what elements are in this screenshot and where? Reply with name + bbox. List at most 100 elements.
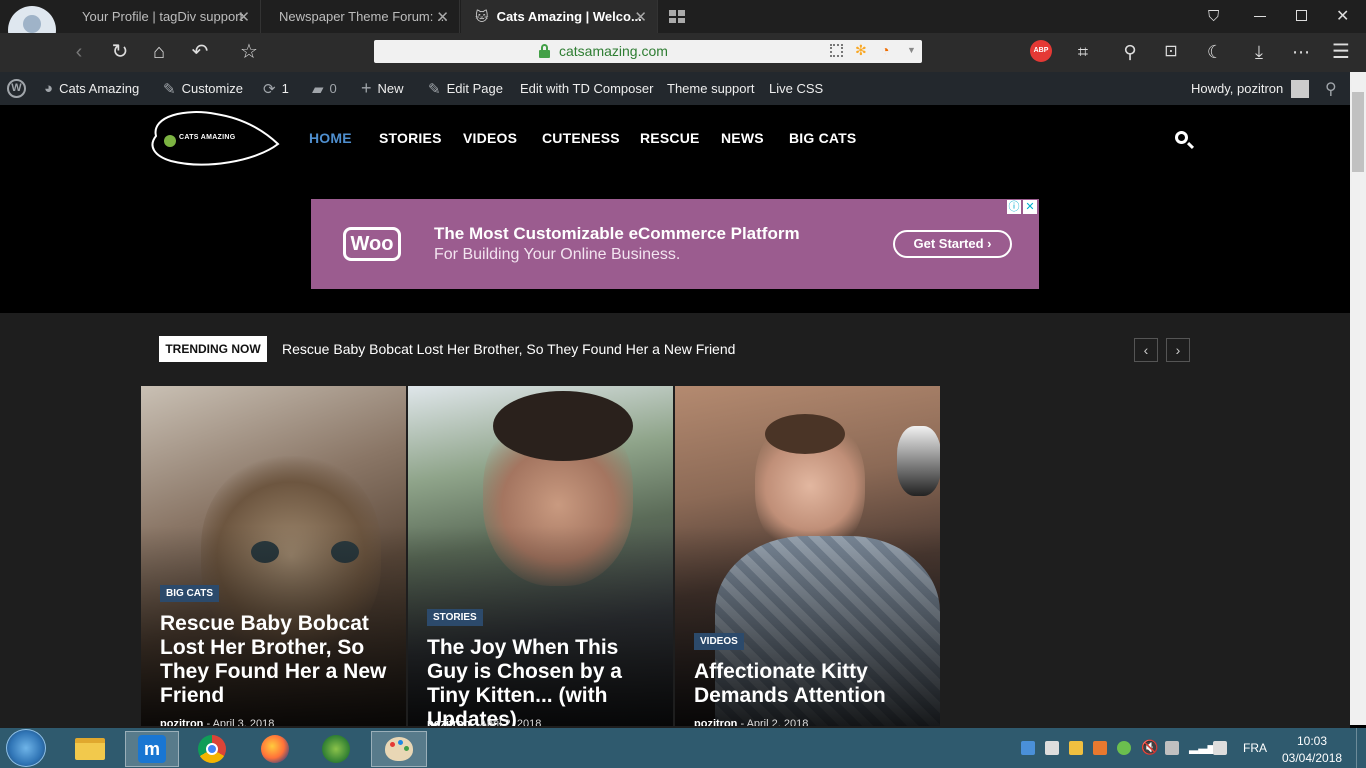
language-indicator[interactable]: FRA bbox=[1243, 741, 1267, 755]
volume-muted-icon[interactable]: 🔇 bbox=[1141, 739, 1158, 756]
undo-icon[interactable]: ↶ bbox=[187, 39, 213, 65]
trending-label: TRENDING NOW bbox=[159, 336, 267, 362]
trending-next-button[interactable]: › bbox=[1166, 338, 1190, 362]
wp-theme-support[interactable]: Theme support bbox=[667, 72, 754, 105]
night-mode-icon[interactable]: ☾ bbox=[1202, 39, 1228, 65]
menu-big-cats[interactable]: BIG CATS bbox=[789, 130, 856, 146]
tshirt-icon[interactable]: ⛉ bbox=[1208, 8, 1219, 25]
window-close-icon[interactable]: ✕ bbox=[1336, 6, 1349, 26]
featured-card[interactable]: BIG CATS Rescue Baby Bobcat Lost Her Bro… bbox=[141, 386, 406, 726]
tab-title: Your Profile | tagDiv support bbox=[82, 9, 244, 24]
menu-news[interactable]: NEWS bbox=[721, 130, 764, 146]
card-meta: pozitron - April 3, 2018 bbox=[160, 718, 275, 726]
abp-icon[interactable]: ABP bbox=[1030, 40, 1052, 62]
tab-grid-icon[interactable] bbox=[669, 10, 685, 23]
browser-tab-bar: Your Profile | tagDiv support ✕ Newspape… bbox=[0, 0, 1366, 54]
clock-time[interactable]: 10:03 bbox=[1297, 734, 1327, 748]
download-manager-icon[interactable] bbox=[312, 731, 360, 767]
wp-howdy[interactable]: Howdy, pozitron bbox=[1191, 72, 1310, 105]
card-title[interactable]: Affectionate Kitty Demands Attention bbox=[694, 660, 924, 708]
trending-headline[interactable]: Rescue Baby Bobcat Lost Her Brother, So … bbox=[282, 341, 735, 357]
plus-icon: + bbox=[361, 78, 372, 98]
user-avatar-icon bbox=[1291, 79, 1310, 98]
home-icon[interactable]: ⌂ bbox=[146, 39, 172, 65]
scrollbar-thumb[interactable] bbox=[1352, 92, 1364, 172]
start-button[interactable] bbox=[6, 729, 46, 767]
tray-icon-5[interactable] bbox=[1117, 741, 1131, 755]
category-badge[interactable]: STORIES bbox=[427, 609, 483, 626]
category-badge[interactable]: BIG CATS bbox=[160, 585, 220, 602]
firefox-icon[interactable] bbox=[251, 731, 299, 767]
crop-icon[interactable]: ⌗ bbox=[1070, 39, 1096, 65]
ad-subline: For Building Your Online Business. bbox=[434, 246, 681, 263]
wp-comments[interactable]: ▰ 0 bbox=[312, 72, 337, 105]
tab-your-profile[interactable]: Your Profile | tagDiv support ✕ bbox=[68, 0, 261, 33]
url-dropdown-icon[interactable]: ▼ bbox=[907, 45, 916, 55]
tray-icon-4[interactable] bbox=[1093, 741, 1107, 755]
ad-info-icon[interactable]: ⓘ bbox=[1007, 200, 1021, 214]
wp-edit-page[interactable]: ✎ Edit Page bbox=[428, 72, 503, 105]
clock-date[interactable]: 03/04/2018 bbox=[1282, 751, 1342, 765]
card-meta: pozitron - April 2, 2018 bbox=[427, 718, 542, 726]
briefcase-icon[interactable]: ⊡ bbox=[1158, 39, 1184, 65]
trending-prev-button[interactable]: ‹ bbox=[1134, 338, 1158, 362]
pencil-icon: ✎ bbox=[428, 80, 441, 98]
card-title[interactable]: Rescue Baby Bobcat Lost Her Brother, So … bbox=[160, 612, 390, 708]
category-badge[interactable]: VIDEOS bbox=[694, 633, 744, 650]
bee-icon[interactable]: ✻ bbox=[855, 42, 867, 59]
close-icon[interactable]: ✕ bbox=[436, 8, 449, 26]
ad-cta-button[interactable]: Get Started › bbox=[893, 230, 1012, 258]
menu-stories[interactable]: STORIES bbox=[379, 130, 442, 146]
bookmark-star-icon[interactable]: ☆ bbox=[236, 39, 262, 65]
tray-icon-2[interactable] bbox=[1045, 741, 1059, 755]
site-logo[interactable]: CATS AMAZING bbox=[146, 106, 281, 170]
tab-newspaper-forum[interactable]: Newspaper Theme Forum: ... ✕ bbox=[265, 0, 460, 33]
site-search-icon[interactable] bbox=[1174, 130, 1195, 150]
featured-card[interactable]: VIDEOS Affectionate Kitty Demands Attent… bbox=[675, 386, 940, 726]
comment-icon: ▰ bbox=[312, 80, 324, 98]
network-error-icon[interactable] bbox=[1213, 741, 1227, 755]
wp-updates[interactable]: ⟳ 1 bbox=[263, 72, 289, 105]
ad-close-icon[interactable]: ✕ bbox=[1023, 200, 1037, 214]
wp-customize[interactable]: ✎ Customize bbox=[163, 72, 243, 105]
show-desktop-button[interactable] bbox=[1356, 728, 1366, 768]
tray-icon-3[interactable] bbox=[1069, 741, 1083, 755]
featured-card[interactable]: STORIES The Joy When This Guy is Chosen … bbox=[408, 386, 673, 726]
tray-icon-1[interactable] bbox=[1021, 741, 1035, 755]
close-icon[interactable]: ✕ bbox=[634, 8, 647, 26]
paint-icon[interactable] bbox=[371, 731, 427, 767]
menu-cuteness[interactable]: CUTENESS bbox=[542, 130, 620, 146]
maximize-icon[interactable] bbox=[1296, 10, 1307, 21]
menu-videos[interactable]: VIDEOS bbox=[463, 130, 517, 146]
wp-admin-bar: W ◕ Cats Amazing ✎ Customize ⟳ 1 ▰ 0 + N… bbox=[0, 72, 1366, 105]
file-explorer-icon[interactable] bbox=[66, 731, 114, 767]
tab-title: Newspaper Theme Forum: ... bbox=[279, 9, 448, 24]
reload-icon[interactable]: ↻ bbox=[107, 39, 133, 65]
wp-edit-td-composer[interactable]: Edit with TD Composer bbox=[520, 72, 653, 105]
wp-search-icon[interactable]: ⚲ bbox=[1325, 72, 1337, 105]
back-icon[interactable]: ‹ bbox=[66, 39, 92, 65]
card-title[interactable]: The Joy When This Guy is Chosen by a Tin… bbox=[427, 636, 662, 726]
close-icon[interactable]: ✕ bbox=[237, 8, 250, 26]
dashboard-icon: ◕ bbox=[44, 80, 54, 97]
more-icon[interactable]: ⋯ bbox=[1288, 39, 1314, 65]
wp-live-css[interactable]: Live CSS bbox=[769, 72, 823, 105]
wordpress-logo-icon[interactable]: W bbox=[7, 72, 26, 105]
cat-favicon-icon: 🐱 bbox=[475, 8, 489, 24]
qr-icon[interactable] bbox=[830, 44, 843, 57]
wp-site-name[interactable]: ◕ Cats Amazing bbox=[44, 72, 139, 105]
tray-icon-6[interactable] bbox=[1165, 741, 1179, 755]
wp-new[interactable]: + New bbox=[361, 72, 404, 105]
chrome-icon[interactable] bbox=[188, 731, 236, 767]
ad-banner[interactable]: Woo The Most Customizable eCommerce Plat… bbox=[311, 199, 1039, 289]
ad-headline: The Most Customizable eCommerce Platform bbox=[434, 224, 800, 243]
minimize-icon[interactable] bbox=[1254, 16, 1266, 17]
menu-home[interactable]: HOME bbox=[309, 130, 352, 146]
menu-icon[interactable]: ☰ bbox=[1328, 39, 1354, 65]
maxthon-icon[interactable]: m bbox=[125, 731, 179, 767]
menu-rescue[interactable]: RESCUE bbox=[640, 130, 700, 146]
download-icon[interactable]: ⤓ bbox=[1246, 39, 1272, 65]
magic-wand-icon[interactable]: ⚲ bbox=[1117, 39, 1143, 65]
rss-icon[interactable]: ◔ bbox=[881, 42, 889, 58]
tab-cats-amazing[interactable]: 🐱 Cats Amazing | Welco... ✕ bbox=[461, 0, 658, 33]
